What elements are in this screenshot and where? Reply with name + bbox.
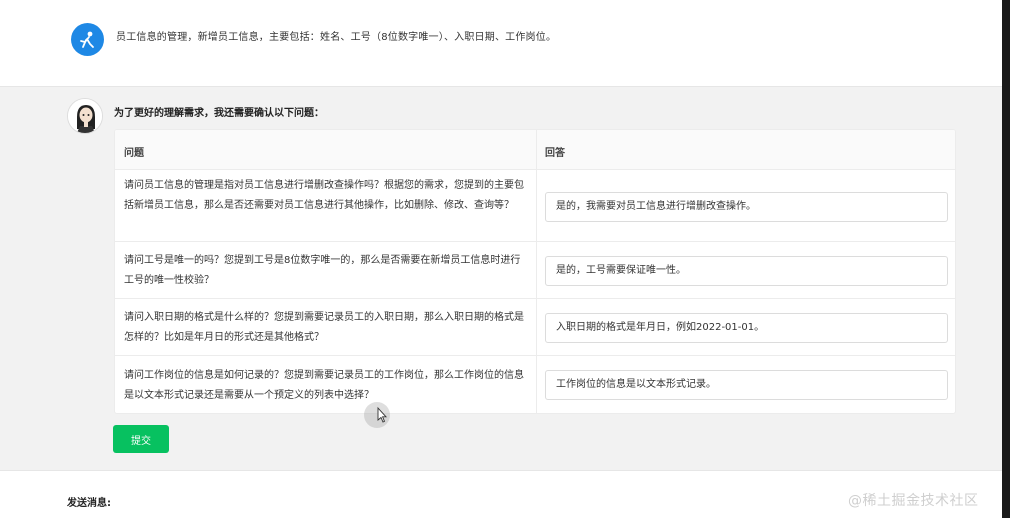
- watermark: @稀土掘金技术社区: [848, 493, 979, 509]
- header-question: 问题: [124, 148, 144, 159]
- window-edge: [1002, 0, 1010, 518]
- question-text: 请问入职日期的格式是什么样的？您提到需要记录员工的入职日期，那么入职日期的格式是…: [124, 312, 524, 343]
- table-row: 请问工作岗位的信息是如何记录的？您提到需要记录员工的工作岗位，那么工作岗位的信息…: [115, 356, 955, 413]
- user-message-text: 员工信息的管理，新增员工信息，主要包括：姓名、工号（8位数字唯一）、入职日期、工…: [116, 32, 557, 43]
- answer-input[interactable]: 是的，工号需要保证唯一性。: [545, 256, 948, 286]
- table-row: 请问工号是唯一的吗？您提到工号是8位数字唯一的，那么是否需要在新增员工信息时进行…: [115, 242, 955, 299]
- assistant-title: 为了更好的理解需求，我还需要确认以下问题：: [114, 108, 324, 119]
- table-row: 请问入职日期的格式是什么样的？您提到需要记录员工的入职日期，那么入职日期的格式是…: [115, 299, 955, 356]
- question-text: 请问工作岗位的信息是如何记录的？您提到需要记录员工的工作岗位，那么工作岗位的信息…: [124, 370, 524, 401]
- question-text: 请问工号是唯一的吗？您提到工号是8位数字唯一的，那么是否需要在新增员工信息时进行…: [124, 255, 521, 286]
- answer-input[interactable]: 工作岗位的信息是以文本形式记录。: [545, 370, 948, 400]
- table-row: 请问员工信息的管理是指对员工信息进行增删改查操作吗？根据您的需求，您提到的主要包…: [115, 170, 955, 242]
- user-message: 员工信息的管理，新增员工信息，主要包括：姓名、工号（8位数字唯一）、入职日期、工…: [0, 0, 1002, 87]
- answer-input[interactable]: 是的，我需要对员工信息进行增删改查操作。: [545, 192, 948, 222]
- qa-table: 问题 回答 请问员工信息的管理是指对员工信息进行增删改查操作吗？根据您的需求，您…: [114, 129, 956, 414]
- pointer-icon: [377, 406, 388, 423]
- answer-input[interactable]: 入职日期的格式是年月日，例如2022-01-01。: [545, 313, 948, 343]
- chat-page: 员工信息的管理，新增员工信息，主要包括：姓名、工号（8位数字唯一）、入职日期、工…: [0, 0, 1002, 518]
- header-answer: 回答: [545, 148, 565, 159]
- question-text: 请问员工信息的管理是指对员工信息进行增删改查操作吗？根据您的需求，您提到的主要包…: [124, 180, 524, 211]
- assistant-avatar-icon: [67, 98, 103, 134]
- cursor-indicator: [364, 402, 390, 428]
- submit-button[interactable]: 提交: [113, 425, 169, 453]
- user-avatar-icon: [71, 23, 104, 56]
- send-label: 发送消息:: [67, 498, 111, 509]
